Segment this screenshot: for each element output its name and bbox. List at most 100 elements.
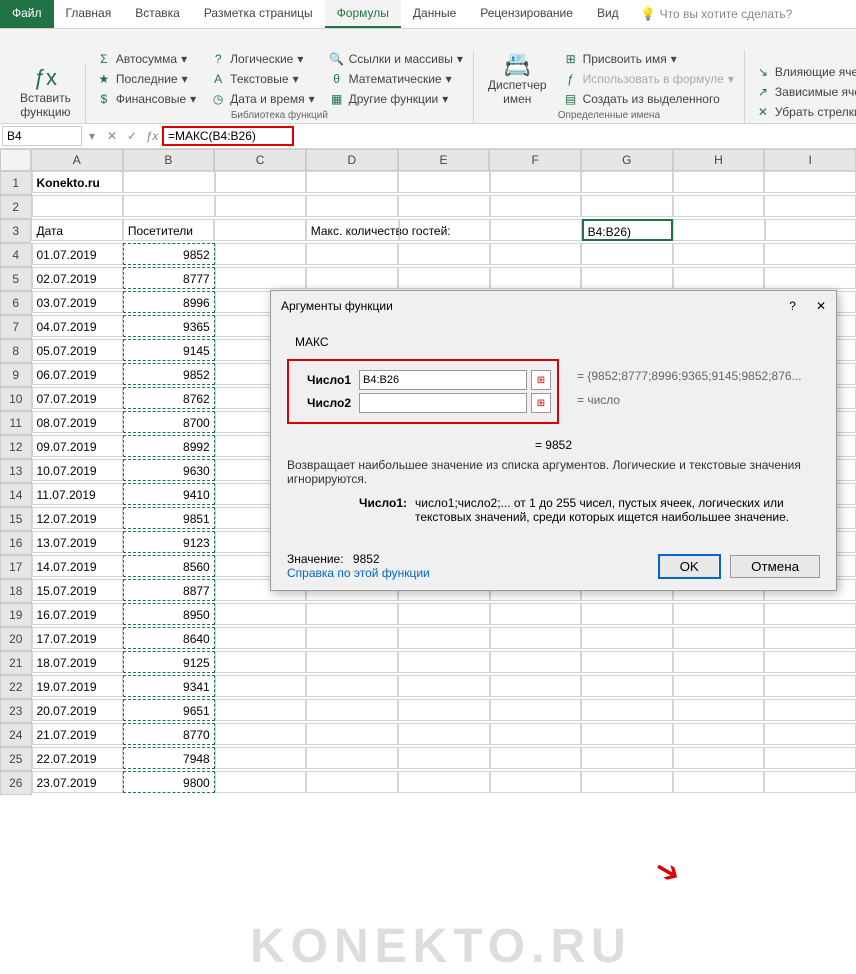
cell[interactable]: 9145 <box>123 339 215 361</box>
cell[interactable]: 05.07.2019 <box>32 339 124 361</box>
row-header[interactable]: 8 <box>0 339 32 363</box>
row-header[interactable]: 10 <box>0 387 32 411</box>
cell[interactable] <box>490 627 582 649</box>
cell[interactable] <box>398 603 490 625</box>
cell[interactable]: 07.07.2019 <box>32 387 124 409</box>
tab-home[interactable]: Главная <box>54 0 124 28</box>
row-header[interactable]: 4 <box>0 243 32 267</box>
cell[interactable]: 06.07.2019 <box>32 363 124 385</box>
select-all-corner[interactable] <box>0 149 31 171</box>
cell[interactable]: 18.07.2019 <box>32 651 124 673</box>
help-link[interactable]: Справка по этой функции <box>287 566 430 580</box>
cell[interactable] <box>215 243 307 265</box>
cell[interactable] <box>673 195 765 217</box>
lookup-button[interactable]: 🔍Ссылки и массивы ▾ <box>327 50 465 68</box>
col-header[interactable]: I <box>764 149 856 171</box>
trace-dep-button[interactable]: ↗Зависимые ячейки <box>753 83 856 101</box>
cell[interactable]: 8770 <box>123 723 215 745</box>
cell[interactable] <box>764 651 856 673</box>
cell[interactable] <box>673 651 765 673</box>
cell[interactable] <box>398 675 490 697</box>
cell[interactable] <box>673 675 765 697</box>
ok-button[interactable]: OK <box>658 554 721 579</box>
cell[interactable] <box>581 195 673 217</box>
logical-button[interactable]: ?Логические ▾ <box>208 50 316 68</box>
arg2-collapse-icon[interactable]: ⊞ <box>531 393 551 413</box>
col-header[interactable]: B <box>123 149 215 171</box>
row-header[interactable]: 11 <box>0 411 32 435</box>
tell-me[interactable]: 💡Что вы хотите сделать? <box>631 0 803 28</box>
cell[interactable]: 04.07.2019 <box>32 315 124 337</box>
enter-icon[interactable]: ✓ <box>122 129 142 143</box>
cell[interactable] <box>306 699 398 721</box>
col-header[interactable]: H <box>673 149 765 171</box>
cell[interactable]: 9651 <box>123 699 215 721</box>
cell[interactable] <box>215 651 307 673</box>
use-formula-button[interactable]: ƒИспользовать в формуле ▾ <box>561 70 736 88</box>
row-header[interactable]: 23 <box>0 699 32 723</box>
cell[interactable] <box>215 171 307 193</box>
arg1-collapse-icon[interactable]: ⊞ <box>531 370 551 390</box>
cell[interactable] <box>581 675 673 697</box>
cell[interactable] <box>398 267 490 289</box>
row-header[interactable]: 26 <box>0 771 32 795</box>
cell[interactable] <box>215 603 307 625</box>
cell[interactable] <box>490 675 582 697</box>
cell[interactable] <box>215 675 307 697</box>
tab-review[interactable]: Рецензирование <box>468 0 585 28</box>
row-header[interactable]: 6 <box>0 291 32 315</box>
row-header[interactable]: 13 <box>0 459 32 483</box>
cell[interactable]: 16.07.2019 <box>32 603 124 625</box>
cell[interactable] <box>399 219 490 241</box>
cell[interactable] <box>306 771 398 793</box>
cell[interactable]: 8640 <box>123 627 215 649</box>
cell[interactable] <box>581 747 673 769</box>
cell[interactable]: 8996 <box>123 291 215 313</box>
row-header[interactable]: 21 <box>0 651 32 675</box>
cancel-icon[interactable]: ✕ <box>102 129 122 143</box>
cell[interactable] <box>764 747 856 769</box>
cell[interactable] <box>398 195 490 217</box>
cell[interactable] <box>490 771 582 793</box>
cell[interactable] <box>764 243 856 265</box>
cell[interactable]: 9410 <box>123 483 215 505</box>
col-header[interactable]: E <box>398 149 490 171</box>
recent-button[interactable]: ★Последние ▾ <box>94 70 198 88</box>
cell[interactable] <box>123 171 215 193</box>
cell[interactable] <box>490 699 582 721</box>
col-header[interactable]: A <box>31 149 123 171</box>
fx-icon[interactable]: ƒx <box>142 129 162 143</box>
cell[interactable]: 09.07.2019 <box>32 435 124 457</box>
tab-layout[interactable]: Разметка страницы <box>192 0 325 28</box>
cell[interactable] <box>306 243 398 265</box>
tab-formulas[interactable]: Формулы <box>325 0 401 28</box>
cell[interactable]: 21.07.2019 <box>32 723 124 745</box>
arg2-input[interactable] <box>359 393 527 413</box>
cell[interactable]: 8700 <box>123 411 215 433</box>
cell[interactable]: B4:B26) <box>582 219 673 241</box>
cell[interactable]: 8762 <box>123 387 215 409</box>
arg1-input[interactable] <box>359 370 527 390</box>
cell[interactable] <box>215 723 307 745</box>
datetime-button[interactable]: ◷Дата и время ▾ <box>208 90 316 108</box>
cell[interactable]: 14.07.2019 <box>32 555 124 577</box>
cell[interactable]: 9851 <box>123 507 215 529</box>
cell[interactable] <box>306 723 398 745</box>
cell[interactable] <box>673 627 765 649</box>
cell[interactable]: 8560 <box>123 555 215 577</box>
cell[interactable] <box>764 627 856 649</box>
insert-function-button[interactable]: ƒxВставить функцию <box>14 63 77 121</box>
cell[interactable] <box>490 243 582 265</box>
row-header[interactable]: 22 <box>0 675 32 699</box>
row-header[interactable]: 1 <box>0 171 32 195</box>
cell[interactable]: 9630 <box>123 459 215 481</box>
row-header[interactable]: 18 <box>0 579 32 603</box>
cell[interactable] <box>581 171 673 193</box>
name-manager-button[interactable]: 📇Диспетчер имен <box>482 50 553 108</box>
cell[interactable] <box>215 771 307 793</box>
row-header[interactable]: 7 <box>0 315 32 339</box>
cell[interactable] <box>490 747 582 769</box>
cell[interactable] <box>764 603 856 625</box>
cell[interactable]: 17.07.2019 <box>32 627 124 649</box>
col-header[interactable]: G <box>581 149 673 171</box>
